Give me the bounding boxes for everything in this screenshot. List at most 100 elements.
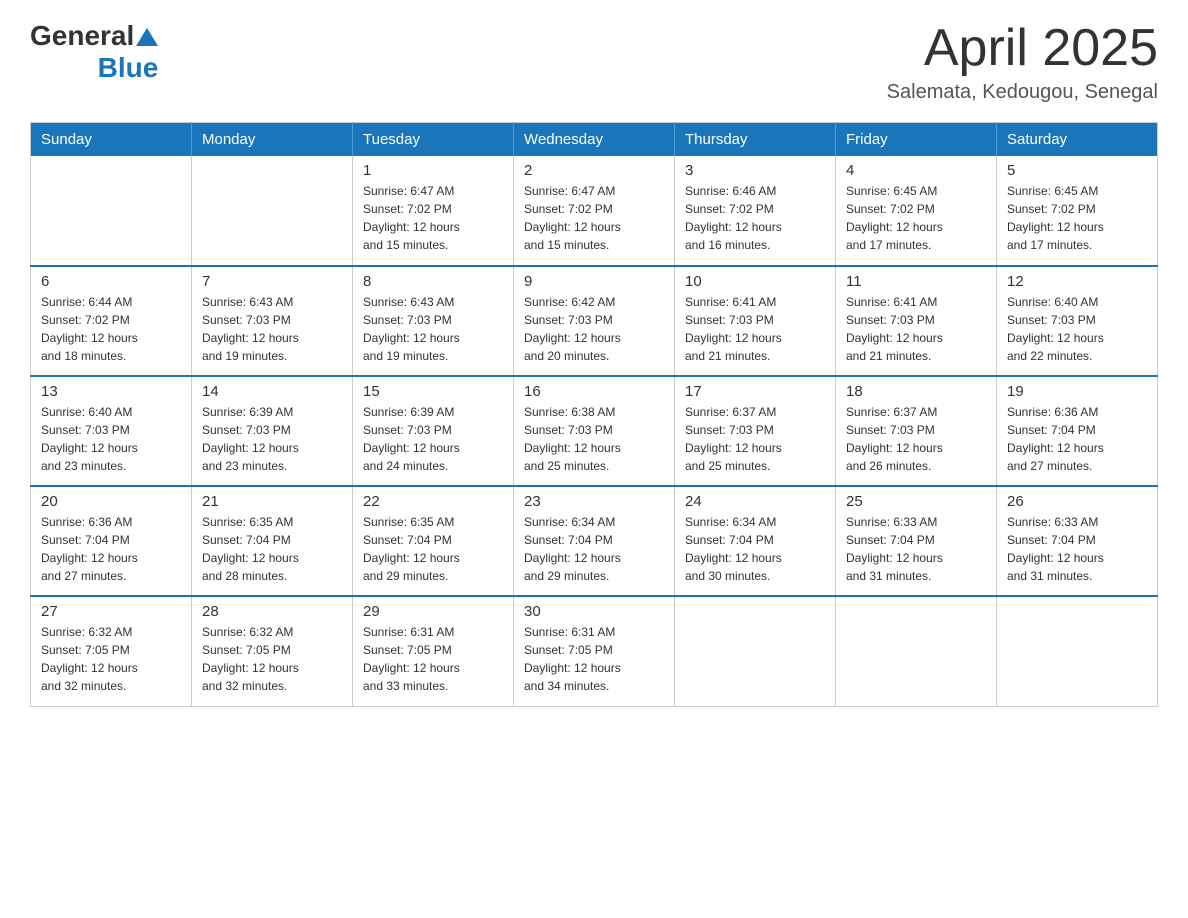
calendar-cell [192, 156, 353, 266]
logo-blue-text: Blue [98, 52, 159, 84]
calendar-cell: 27Sunrise: 6:32 AMSunset: 7:05 PMDayligh… [31, 596, 192, 706]
day-info: Sunrise: 6:41 AMSunset: 7:03 PMDaylight:… [685, 293, 825, 365]
col-wednesday: Wednesday [514, 123, 675, 157]
day-info: Sunrise: 6:39 AMSunset: 7:03 PMDaylight:… [202, 403, 342, 475]
page-header: General Blue April 2025 Salemata, Kedoug… [30, 20, 1158, 104]
day-number: 9 [524, 273, 664, 290]
calendar-cell [31, 156, 192, 266]
day-number: 28 [202, 603, 342, 620]
day-number: 4 [846, 162, 986, 179]
day-number: 1 [363, 162, 503, 179]
day-number: 10 [685, 273, 825, 290]
day-number: 11 [846, 273, 986, 290]
calendar-cell [675, 596, 836, 706]
col-tuesday: Tuesday [353, 123, 514, 157]
calendar-week-row: 13 Sunrise: 6:40 AMSunset: 7:03 PMDayligh… [31, 376, 1158, 486]
day-number: 30 [524, 603, 664, 620]
day-number: 20 [41, 493, 181, 510]
day-number: 25 [846, 493, 986, 510]
calendar-cell: 26 Sunrise: 6:33 AMSunset: 7:04 PMDayligh… [997, 486, 1158, 596]
col-sunday: Sunday [31, 123, 192, 157]
calendar-header: Sunday Monday Tuesday Wednesday Thursday… [31, 123, 1158, 157]
calendar-cell: 20 Sunrise: 6:36 AMSunset: 7:04 PMDayligh… [31, 486, 192, 596]
day-number: 2 [524, 162, 664, 179]
day-number: 18 [846, 383, 986, 400]
day-number: 12 [1007, 273, 1147, 290]
day-number: 19 [1007, 383, 1147, 400]
day-info: Sunrise: 6:35 AMSunset: 7:04 PMDaylight:… [363, 513, 503, 585]
day-number: 15 [363, 383, 503, 400]
calendar-cell: 21Sunrise: 6:35 AMSunset: 7:04 PMDayligh… [192, 486, 353, 596]
calendar-cell: 6Sunrise: 6:44 AMSunset: 7:02 PMDaylight… [31, 266, 192, 376]
day-info: Sunrise: 6:40 AMSunset: 7:03 PMDaylight:… [41, 403, 181, 475]
day-number: 26 [1007, 493, 1147, 510]
day-info: Sunrise: 6:36 AMSunset: 7:04 PMDaylight:… [41, 513, 181, 585]
calendar-week-row: 1 Sunrise: 6:47 AMSunset: 7:02 PMDaylight… [31, 156, 1158, 266]
day-info: Sunrise: 6:47 AMSunset: 7:02 PMDaylight:… [524, 182, 664, 254]
day-info: Sunrise: 6:46 AMSunset: 7:02 PMDaylight:… [685, 182, 825, 254]
calendar-cell: 2 Sunrise: 6:47 AMSunset: 7:02 PMDaylight… [514, 156, 675, 266]
col-thursday: Thursday [675, 123, 836, 157]
calendar-cell: 29 Sunrise: 6:31 AMSunset: 7:05 PMDayligh… [353, 596, 514, 706]
title-block: April 2025 Salemata, Kedougou, Senegal [887, 20, 1158, 104]
day-number: 7 [202, 273, 342, 290]
calendar-cell: 4 Sunrise: 6:45 AMSunset: 7:02 PMDaylight… [836, 156, 997, 266]
calendar-cell: 22Sunrise: 6:35 AMSunset: 7:04 PMDayligh… [353, 486, 514, 596]
day-number: 14 [202, 383, 342, 400]
logo-general-text: General [30, 20, 134, 52]
col-friday: Friday [836, 123, 997, 157]
calendar-cell: 10 Sunrise: 6:41 AMSunset: 7:03 PMDayligh… [675, 266, 836, 376]
day-number: 3 [685, 162, 825, 179]
calendar-cell: 11 Sunrise: 6:41 AMSunset: 7:03 PMDayligh… [836, 266, 997, 376]
day-info: Sunrise: 6:43 AMSunset: 7:03 PMDaylight:… [363, 293, 503, 365]
days-of-week-row: Sunday Monday Tuesday Wednesday Thursday… [31, 123, 1158, 157]
calendar-week-row: 6Sunrise: 6:44 AMSunset: 7:02 PMDaylight… [31, 266, 1158, 376]
calendar-cell: 24Sunrise: 6:34 AMSunset: 7:04 PMDayligh… [675, 486, 836, 596]
calendar-cell: 30 Sunrise: 6:31 AMSunset: 7:05 PMDayligh… [514, 596, 675, 706]
day-info: Sunrise: 6:36 AMSunset: 7:04 PMDaylight:… [1007, 403, 1147, 475]
calendar-cell: 13 Sunrise: 6:40 AMSunset: 7:03 PMDayligh… [31, 376, 192, 486]
logo-triangle-icon [136, 26, 158, 46]
day-info: Sunrise: 6:37 AMSunset: 7:03 PMDaylight:… [846, 403, 986, 475]
calendar-cell: 12 Sunrise: 6:40 AMSunset: 7:03 PMDayligh… [997, 266, 1158, 376]
day-info: Sunrise: 6:32 AMSunset: 7:05 PMDaylight:… [202, 623, 342, 695]
day-info: Sunrise: 6:47 AMSunset: 7:02 PMDaylight:… [363, 182, 503, 254]
calendar-cell: 5Sunrise: 6:45 AMSunset: 7:02 PMDaylight… [997, 156, 1158, 266]
day-number: 8 [363, 273, 503, 290]
day-info: Sunrise: 6:31 AMSunset: 7:05 PMDaylight:… [363, 623, 503, 695]
calendar-cell: 7 Sunrise: 6:43 AMSunset: 7:03 PMDaylight… [192, 266, 353, 376]
day-info: Sunrise: 6:41 AMSunset: 7:03 PMDaylight:… [846, 293, 986, 365]
day-info: Sunrise: 6:33 AMSunset: 7:04 PMDaylight:… [1007, 513, 1147, 585]
day-info: Sunrise: 6:31 AMSunset: 7:05 PMDaylight:… [524, 623, 664, 695]
calendar-cell: 14 Sunrise: 6:39 AMSunset: 7:03 PMDayligh… [192, 376, 353, 486]
day-number: 23 [524, 493, 664, 510]
day-number: 13 [41, 383, 181, 400]
col-saturday: Saturday [997, 123, 1158, 157]
day-info: Sunrise: 6:33 AMSunset: 7:04 PMDaylight:… [846, 513, 986, 585]
day-number: 29 [363, 603, 503, 620]
day-info: Sunrise: 6:40 AMSunset: 7:03 PMDaylight:… [1007, 293, 1147, 365]
page-location: Salemata, Kedougou, Senegal [887, 81, 1158, 104]
calendar-cell: 1 Sunrise: 6:47 AMSunset: 7:02 PMDaylight… [353, 156, 514, 266]
day-info: Sunrise: 6:34 AMSunset: 7:04 PMDaylight:… [524, 513, 664, 585]
calendar-table: Sunday Monday Tuesday Wednesday Thursday… [30, 122, 1158, 707]
day-info: Sunrise: 6:34 AMSunset: 7:04 PMDaylight:… [685, 513, 825, 585]
day-info: Sunrise: 6:45 AMSunset: 7:02 PMDaylight:… [846, 182, 986, 254]
calendar-week-row: 20 Sunrise: 6:36 AMSunset: 7:04 PMDayligh… [31, 486, 1158, 596]
day-info: Sunrise: 6:42 AMSunset: 7:03 PMDaylight:… [524, 293, 664, 365]
calendar-body: 1 Sunrise: 6:47 AMSunset: 7:02 PMDaylight… [31, 156, 1158, 706]
day-info: Sunrise: 6:32 AMSunset: 7:05 PMDaylight:… [41, 623, 181, 695]
calendar-cell: 25 Sunrise: 6:33 AMSunset: 7:04 PMDayligh… [836, 486, 997, 596]
day-info: Sunrise: 6:43 AMSunset: 7:03 PMDaylight:… [202, 293, 342, 365]
calendar-cell: 18 Sunrise: 6:37 AMSunset: 7:03 PMDayligh… [836, 376, 997, 486]
day-info: Sunrise: 6:44 AMSunset: 7:02 PMDaylight:… [41, 293, 181, 365]
col-monday: Monday [192, 123, 353, 157]
day-info: Sunrise: 6:37 AMSunset: 7:03 PMDaylight:… [685, 403, 825, 475]
day-number: 5 [1007, 162, 1147, 179]
calendar-cell [997, 596, 1158, 706]
calendar-cell: 23 Sunrise: 6:34 AMSunset: 7:04 PMDayligh… [514, 486, 675, 596]
calendar-cell: 8 Sunrise: 6:43 AMSunset: 7:03 PMDaylight… [353, 266, 514, 376]
day-info: Sunrise: 6:38 AMSunset: 7:03 PMDaylight:… [524, 403, 664, 475]
calendar-week-row: 27Sunrise: 6:32 AMSunset: 7:05 PMDayligh… [31, 596, 1158, 706]
day-number: 16 [524, 383, 664, 400]
